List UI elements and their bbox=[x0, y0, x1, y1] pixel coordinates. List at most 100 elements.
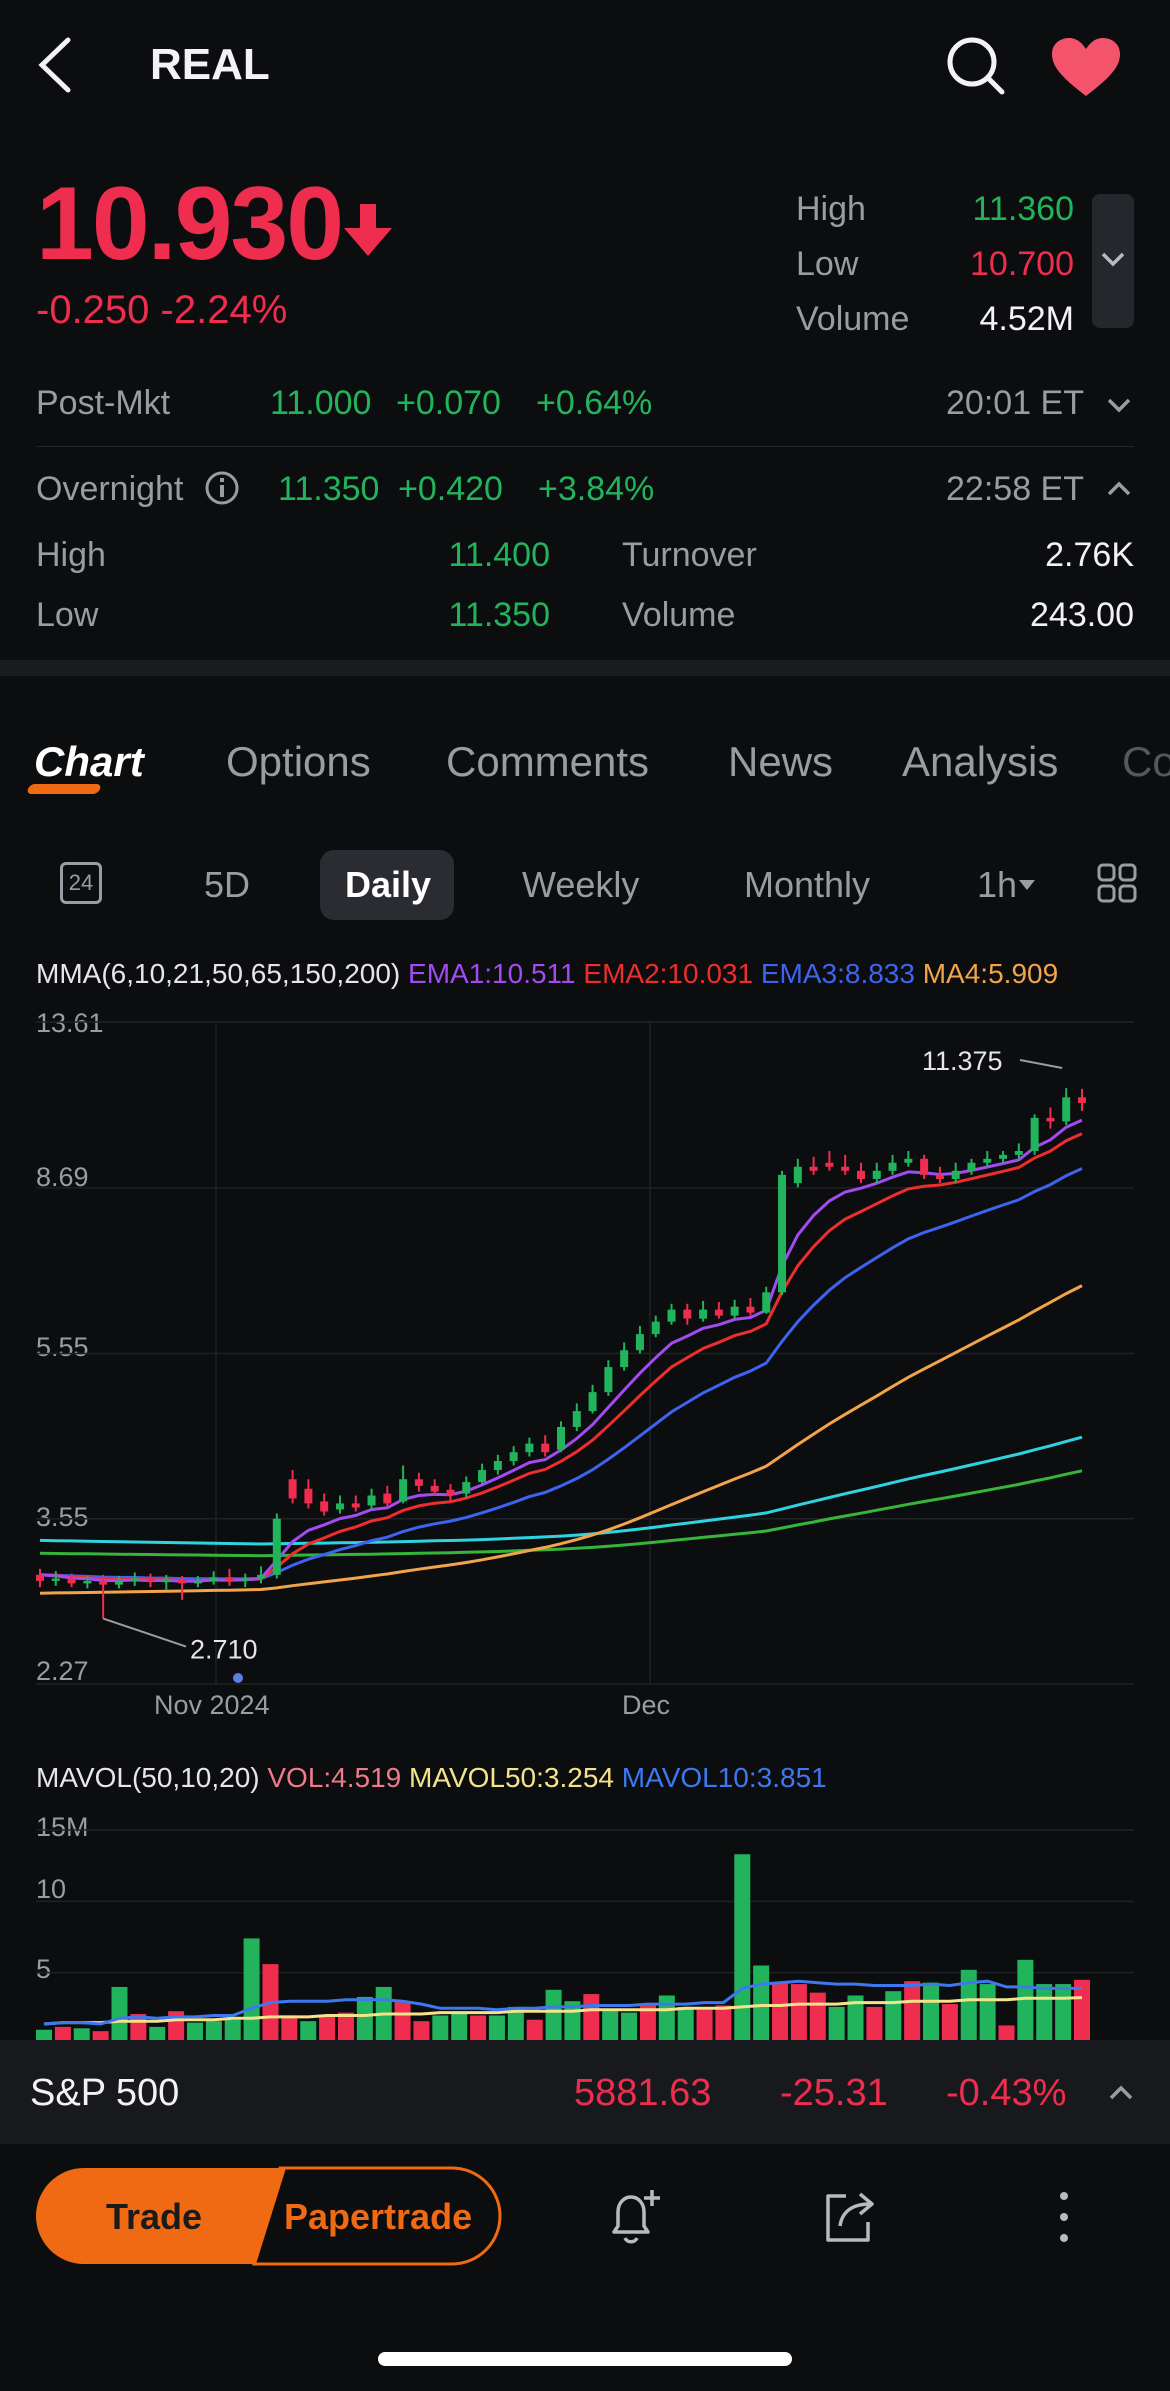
overnight-volume: 243.00 bbox=[1030, 596, 1134, 634]
section-separator bbox=[0, 660, 1170, 676]
info-icon[interactable] bbox=[204, 470, 240, 506]
alert-button[interactable] bbox=[604, 2186, 666, 2248]
bell-plus-icon bbox=[612, 2190, 660, 2244]
volume-bar bbox=[960, 1969, 977, 2040]
volume-value: 4.52M bbox=[979, 300, 1075, 338]
expand-quote-button[interactable] bbox=[1092, 194, 1134, 328]
chevron-down-icon bbox=[1107, 398, 1131, 413]
ema1-line bbox=[39, 1118, 1083, 1583]
volume-bar bbox=[885, 1991, 902, 2040]
volume-bar bbox=[866, 2006, 883, 2040]
period-monthly[interactable]: Monthly bbox=[744, 864, 870, 906]
tab-comments[interactable]: Comments bbox=[446, 738, 649, 786]
tab-more[interactable]: Co bbox=[1122, 738, 1170, 786]
volume-bar bbox=[186, 2022, 203, 2040]
volume-bar bbox=[243, 1938, 260, 2040]
candle-body bbox=[193, 1580, 202, 1584]
candle-body bbox=[525, 1443, 534, 1453]
candle-body bbox=[304, 1488, 313, 1504]
index-pct: -0.43% bbox=[946, 2072, 1067, 2114]
candle-body bbox=[383, 1493, 392, 1504]
back-button[interactable] bbox=[30, 34, 80, 96]
overnight-time: 22:58 ET bbox=[946, 470, 1084, 508]
candle-body bbox=[83, 1580, 92, 1584]
down-arrow-icon bbox=[340, 202, 396, 258]
volume-bar bbox=[923, 1982, 940, 2040]
candle-body bbox=[620, 1350, 629, 1368]
volume-bar bbox=[734, 1854, 751, 2040]
candle-body bbox=[130, 1578, 139, 1581]
overnight-low: 11.350 bbox=[448, 596, 550, 634]
volume-bar bbox=[36, 2029, 52, 2040]
overnight-high: 11.400 bbox=[448, 536, 550, 574]
marker-dot bbox=[233, 1673, 243, 1683]
volume-legend[interactable]: MAVOL(50,10,20) VOL:4.519 MAVOL50:3.254 … bbox=[36, 1762, 827, 1794]
volume-bar bbox=[413, 2021, 430, 2040]
volume-bar bbox=[979, 1984, 996, 2040]
volume-bar bbox=[54, 2026, 71, 2040]
volume-bar bbox=[621, 2012, 638, 2040]
ema3-label: EMA3:8.833 bbox=[760, 958, 915, 989]
candle-body bbox=[414, 1479, 423, 1486]
period-daily[interactable]: Daily bbox=[345, 864, 431, 906]
divider bbox=[36, 446, 1134, 447]
post-market-label: Post-Mkt bbox=[36, 384, 171, 422]
share-icon bbox=[826, 2192, 874, 2242]
overnight-label: Overnight bbox=[36, 470, 184, 508]
candle-body bbox=[320, 1501, 329, 1512]
share-button[interactable] bbox=[818, 2186, 880, 2248]
volume-chart[interactable] bbox=[0, 1800, 1170, 2040]
candle-body bbox=[241, 1578, 250, 1581]
volume-bar bbox=[545, 1989, 562, 2040]
period-1h[interactable]: 1h bbox=[977, 864, 1017, 906]
volume-bar bbox=[602, 2011, 619, 2040]
candle-body bbox=[478, 1470, 487, 1483]
annotation-high: 11.375 bbox=[922, 1046, 1003, 1076]
candle-body bbox=[557, 1426, 565, 1450]
tab-chart[interactable]: Chart bbox=[34, 738, 144, 786]
price-change: -0.250 -2.24% bbox=[36, 288, 288, 332]
volume-bar bbox=[526, 2019, 543, 2040]
grid-layout-icon[interactable] bbox=[1096, 862, 1138, 904]
24h-toggle[interactable]: 24 bbox=[60, 862, 102, 904]
tab-analysis[interactable]: Analysis bbox=[902, 738, 1058, 786]
tab-news[interactable]: News bbox=[728, 738, 833, 786]
volume-label: Volume bbox=[796, 300, 910, 338]
post-market-expand[interactable] bbox=[1106, 394, 1132, 416]
favorite-button[interactable] bbox=[1050, 36, 1122, 100]
candle-body bbox=[604, 1367, 613, 1393]
trade-label: Trade bbox=[106, 2196, 203, 2237]
candle-body bbox=[730, 1306, 739, 1316]
price-chart[interactable]: 11.375 2.710 bbox=[0, 1000, 1170, 1690]
turnover-label: Turnover bbox=[622, 536, 757, 574]
candle-body bbox=[762, 1292, 771, 1313]
overnight-price: 11.350 bbox=[278, 470, 380, 508]
annotation-leader bbox=[1019, 1059, 1063, 1069]
candle-body bbox=[541, 1443, 550, 1453]
candle-body bbox=[793, 1166, 802, 1184]
volume-bar bbox=[696, 2009, 713, 2040]
volume-bar bbox=[677, 2006, 694, 2040]
volume-bar bbox=[753, 1965, 770, 2040]
period-5d[interactable]: 5D bbox=[204, 864, 250, 906]
candle-body bbox=[651, 1321, 660, 1335]
candle-body bbox=[272, 1518, 281, 1575]
indicator-legend[interactable]: MMA(6,10,21,50,65,150,200) EMA1:10.511 E… bbox=[36, 958, 1146, 990]
period-weekly[interactable]: Weekly bbox=[522, 864, 639, 906]
index-name: S&P 500 bbox=[30, 2072, 180, 2114]
volume-bar bbox=[1036, 1984, 1053, 2040]
mma-label: MMA(6,10,21,50,65,150,200) bbox=[36, 958, 401, 989]
overnight-collapse[interactable] bbox=[1106, 478, 1132, 500]
index-expand[interactable] bbox=[1108, 2082, 1134, 2104]
tab-options[interactable]: Options bbox=[226, 738, 371, 786]
search-button[interactable] bbox=[944, 34, 1008, 98]
candle-body bbox=[399, 1479, 408, 1502]
papertrade-label: Papertrade bbox=[284, 2196, 473, 2237]
chevron-up-icon bbox=[1109, 2085, 1133, 2100]
heart-icon bbox=[1052, 38, 1120, 96]
candle-body bbox=[1062, 1097, 1071, 1122]
volume-bar bbox=[92, 2031, 109, 2040]
volume-bar bbox=[658, 1995, 675, 2040]
candle-body bbox=[1078, 1097, 1086, 1104]
more-button[interactable] bbox=[1050, 2186, 1078, 2248]
